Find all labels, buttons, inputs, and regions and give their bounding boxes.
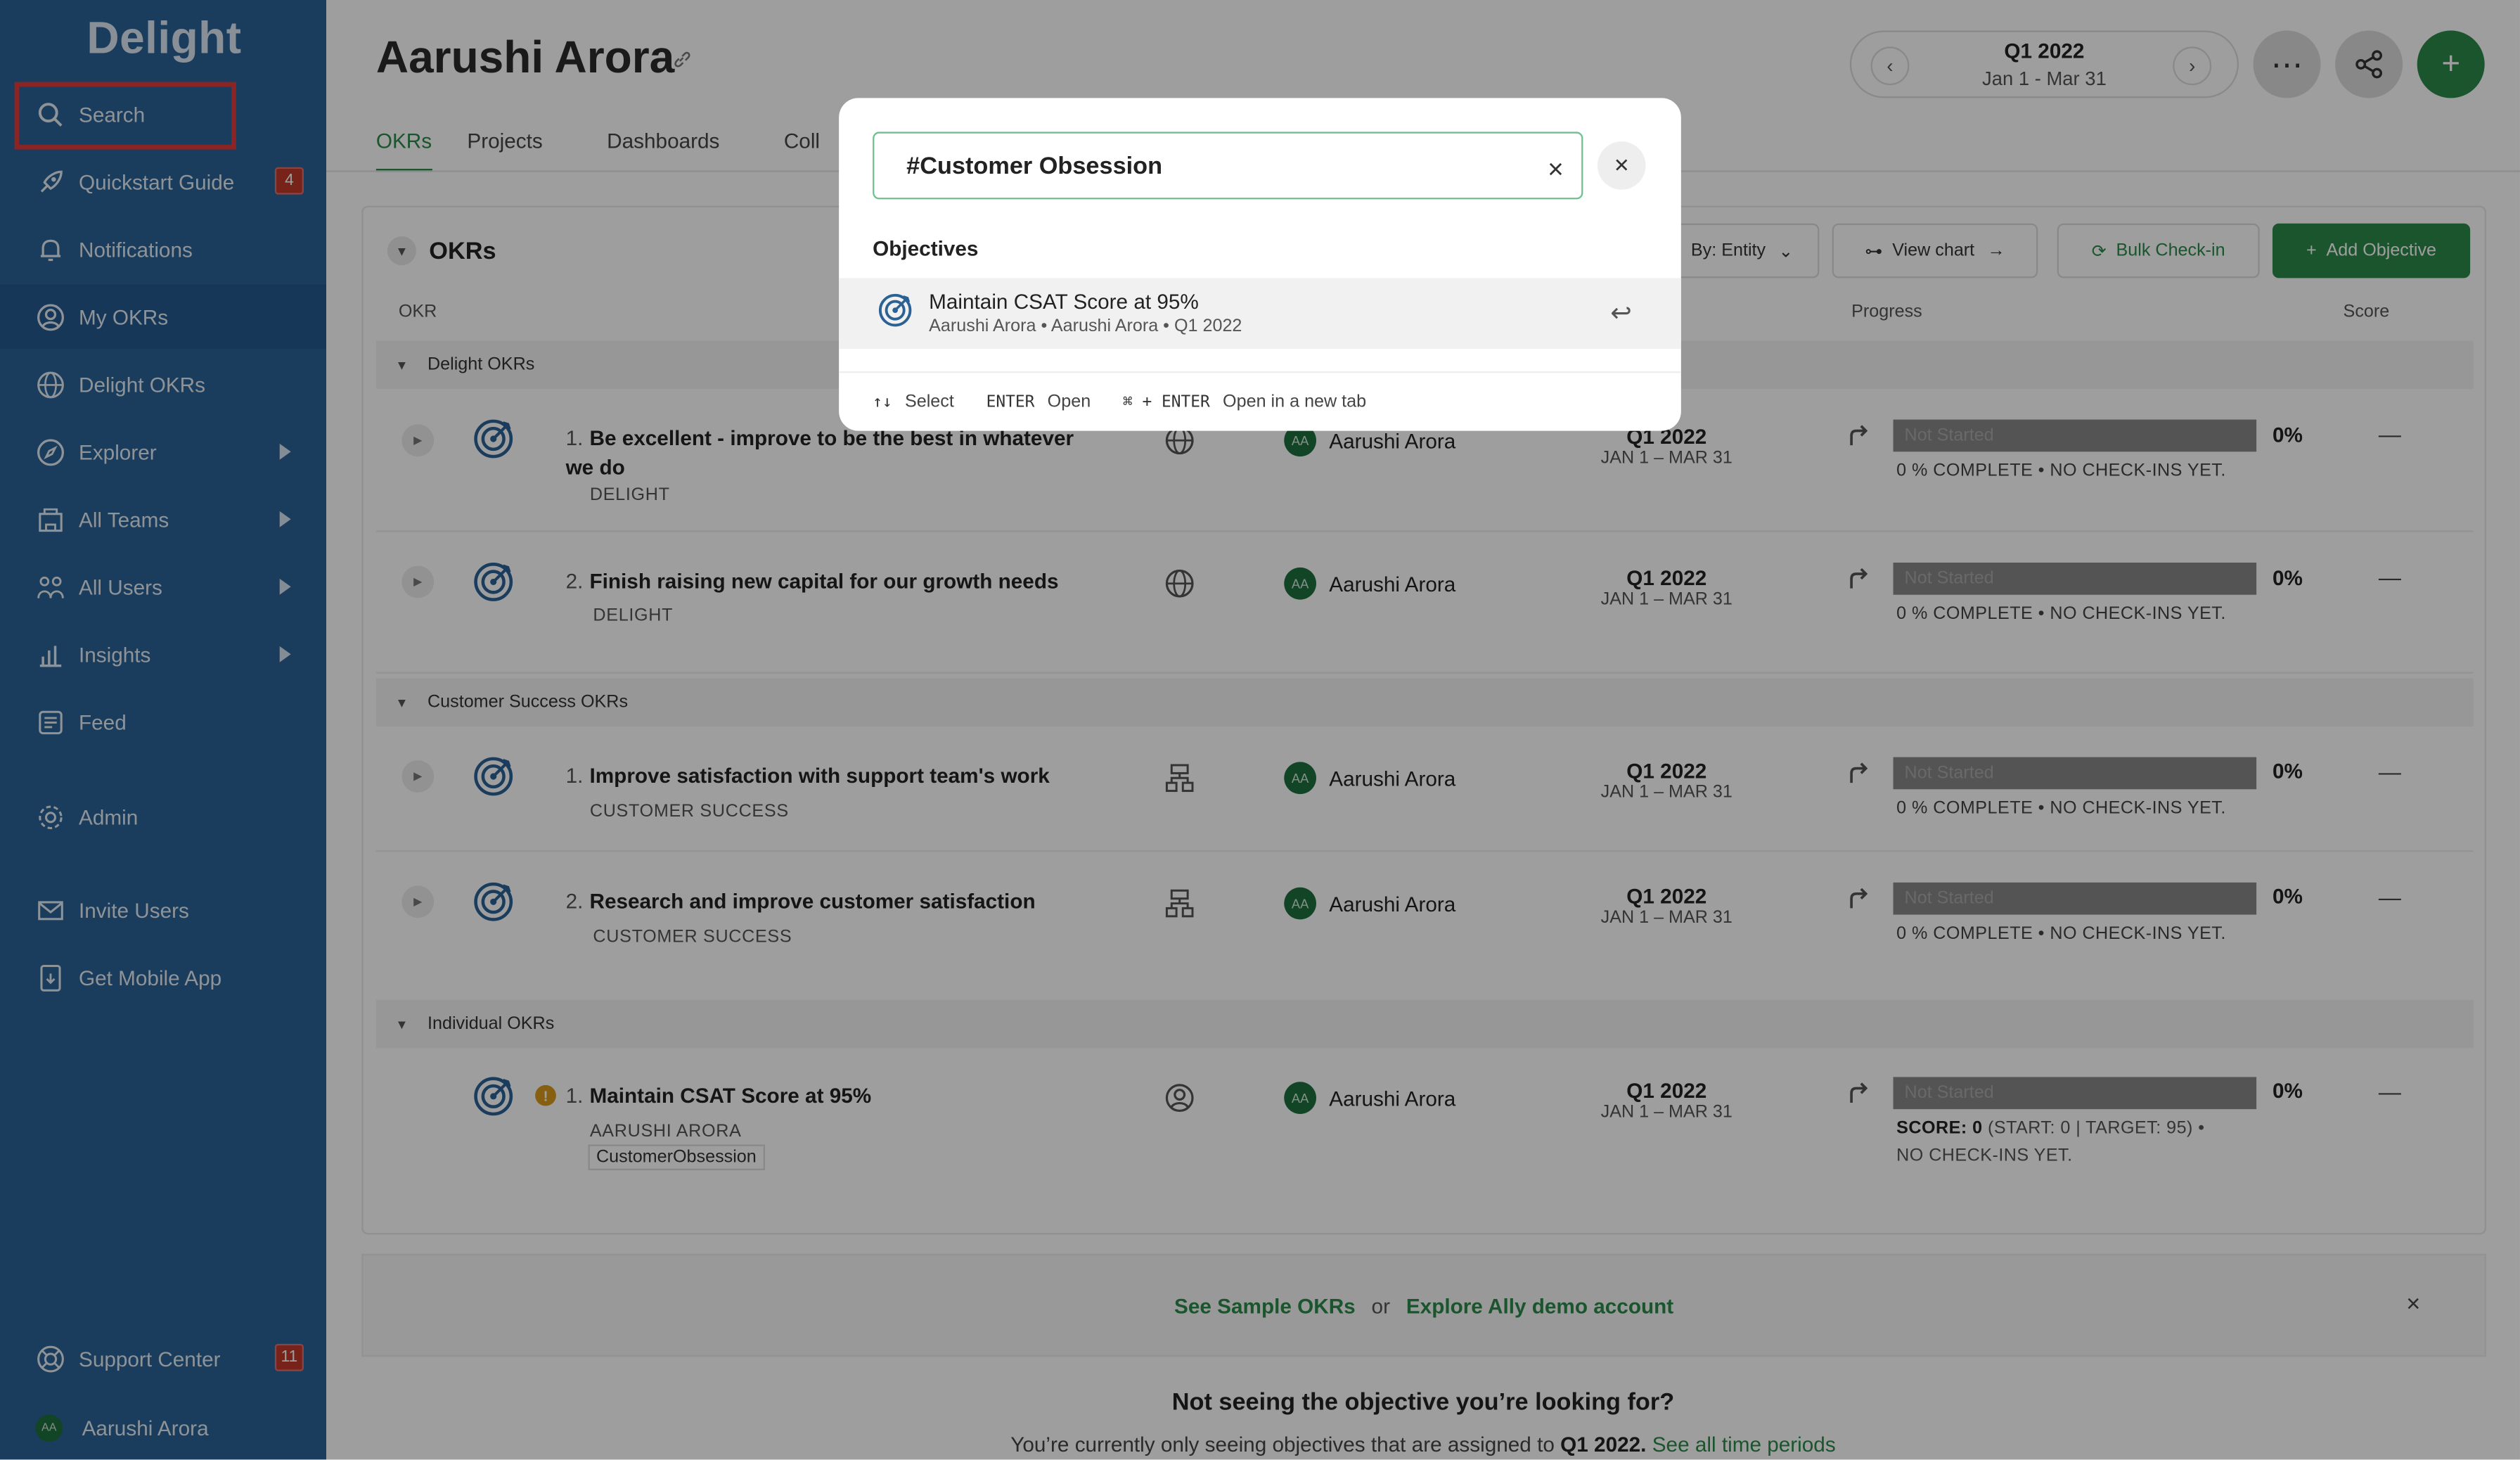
hint-label: Select <box>904 392 954 412</box>
clear-search-icon[interactable]: × <box>1548 154 1564 186</box>
target-icon <box>878 293 912 327</box>
close-icon: ✕ <box>1613 154 1630 177</box>
results-section-title: Objectives <box>873 236 979 261</box>
hint-key: ENTER <box>986 392 1035 411</box>
close-modal-button[interactable]: ✕ <box>1597 141 1646 190</box>
search-input[interactable]: #Customer Obsession <box>873 132 1583 200</box>
hint-label: Open in a new tab <box>1223 392 1367 412</box>
search-modal: #Customer Obsession × ✕ Objectives Maint… <box>839 98 1681 431</box>
result-meta: Aarushi Arora • Aarushi Arora • Q1 2022 <box>929 316 1242 336</box>
hint-label: Open <box>1047 392 1091 412</box>
enter-key-icon: ↩ <box>1610 300 1632 328</box>
result-title: Maintain CSAT Score at 95% <box>929 289 1199 314</box>
keyboard-hints: ↑↓ Select ENTER Open ⌘ + ENTER Open in a ne… <box>839 371 1681 431</box>
search-result-item[interactable]: Maintain CSAT Score at 95% Aarushi Arora… <box>839 278 1681 349</box>
hint-key: ↑↓ <box>873 392 892 411</box>
hint-key: ⌘ + ENTER <box>1122 392 1210 411</box>
